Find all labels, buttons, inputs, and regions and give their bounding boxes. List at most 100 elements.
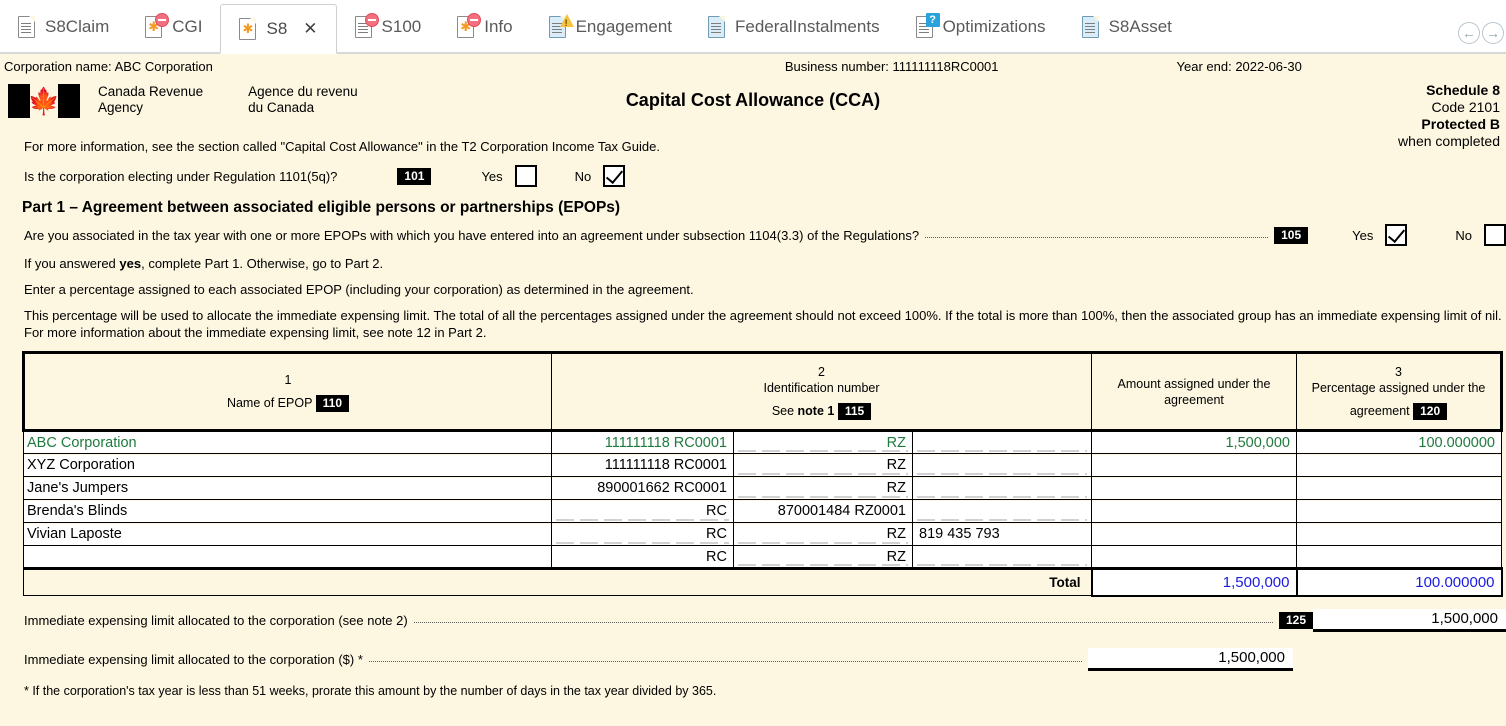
cell-extra[interactable] [912,453,1092,477]
total-percentage: 100.000000 [1295,567,1503,597]
protected-label: Protected B [1421,116,1500,132]
dot-leader [925,228,1269,238]
tab-label: CGI [172,17,203,36]
assoc-no-checkbox[interactable] [1484,224,1506,246]
note-suffix: , complete Part 1. Otherwise, go to Part… [141,256,384,271]
epop-table: 1 Name of EPOP 110 2 Identification numb… [22,351,1503,597]
page-title: Capital Cost Allowance (CCA) [625,90,881,110]
cell-rc[interactable]: 111111118 RC0001 [551,430,734,454]
cell-rc[interactable]: RC [551,499,734,523]
line-code-125: 125 [1278,611,1313,629]
part1-heading: Part 1 – Agreement between associated el… [22,199,621,216]
total-amount: 1,500,000 [1090,567,1298,597]
assoc-yes-checkbox[interactable] [1385,224,1408,246]
more-info-text: For more information, see the section ca… [24,139,660,154]
tab-label: Optimizations [942,17,1046,36]
cell-rz[interactable]: RZ [733,453,913,477]
reg-no-label: No [574,168,592,184]
cca-form: 🍁 Canada Revenue Agency Agence du revenu… [0,78,1506,698]
column-header-identification: 2 Identification number See note 1 115 [551,351,1092,432]
cell-name[interactable]: Brenda's Blinds [23,499,552,523]
assoc-no-label: No [1455,227,1472,243]
dot-leader [413,613,1273,623]
table-row: ABC Corporation 111111118 RC0001 RZ 1,50… [23,430,1502,454]
reg-yes-label: Yes [481,168,503,184]
document-lines-icon [354,13,379,39]
cell-amount[interactable]: 1,500,000 [1091,430,1297,454]
note-emphasis: yes [119,256,142,271]
line1-value[interactable]: 1,500,000 [1313,608,1506,632]
nav-prev-icon[interactable]: ← [1458,22,1480,44]
cell-rz[interactable]: RZ [733,476,913,500]
cell-percentage[interactable] [1296,522,1502,546]
close-icon[interactable]: ✕ [303,20,317,37]
cell-percentage[interactable]: 100.000000 [1296,430,1502,454]
line2-label: Immediate expensing limit allocated to t… [24,651,363,667]
cell-name[interactable]: XYZ Corporation [23,453,552,477]
cell-amount[interactable] [1091,545,1297,570]
immediate-expensing-line-2: Immediate expensing limit allocated to t… [0,647,1506,671]
error-badge-icon [364,13,379,27]
reg-yes-checkbox[interactable] [514,165,537,187]
cell-name[interactable]: ABC Corporation [23,430,552,454]
tab-s8[interactable]: ✱ S8 ✕ [220,4,337,54]
reg-no-checkbox[interactable] [603,165,626,187]
cell-amount[interactable] [1091,476,1297,500]
document-blue-icon [548,14,574,39]
percentage-long-note: This percentage will be used to allocate… [24,308,1502,340]
cell-rc[interactable]: 890001662 RC0001 [551,476,734,500]
error-badge-icon [467,13,482,27]
assoc-yes-label: Yes [1352,227,1374,243]
tab-optimizations[interactable]: ? Optimizations [898,2,1064,52]
line2-value[interactable]: 1,500,000 [1088,647,1293,671]
cell-extra[interactable] [912,545,1092,570]
tab-s100[interactable]: S100 [337,2,440,52]
cell-amount[interactable] [1091,453,1297,477]
cell-percentage[interactable] [1296,545,1502,570]
cell-name[interactable]: Vivian Laposte [23,522,552,546]
canada-flag-icon: 🍁 [8,84,80,118]
tab-engagement[interactable]: Engagement [531,2,690,52]
cell-extra[interactable]: 819 435 793 [912,522,1092,546]
table-body: ABC Corporation 111111118 RC0001 RZ 1,50… [23,430,1503,597]
cell-percentage[interactable] [1296,476,1502,500]
cell-percentage[interactable] [1296,499,1502,523]
cell-amount[interactable] [1091,499,1297,523]
cell-extra[interactable] [912,499,1092,523]
table-row: RC RZ [23,545,1502,570]
table-row: Jane's Jumpers 890001662 RC0001 RZ [23,476,1502,500]
cell-rz[interactable]: RZ [733,430,913,454]
total-label: Total [23,568,1092,596]
table-row: XYZ Corporation 111111118 RC0001 RZ [23,453,1502,477]
line-code-110: 110 [315,394,350,412]
tab-s8asset[interactable]: S8Asset [1064,2,1190,52]
line-code-105: 105 [1274,226,1309,244]
cell-extra[interactable] [912,476,1092,500]
cell-extra[interactable] [912,430,1092,454]
tab-info[interactable]: ✱ Info [439,2,530,52]
cell-rz[interactable]: 870001484 RZ0001 [733,499,913,523]
agency-name-en: Canada Revenue Agency [98,84,204,115]
cell-amount[interactable] [1091,522,1297,546]
protected-sublabel: when completed [1398,133,1500,149]
tab-label: FederalInstalments [735,17,880,36]
cell-rz[interactable]: RZ [733,545,913,570]
prorate-footnote: * If the corporation's tax year is less … [24,683,717,698]
cell-rc[interactable]: 111111118 RC0001 [551,453,734,477]
schedule-code: Code 2101 [1431,99,1500,115]
cell-rc[interactable]: RC [551,522,734,546]
cell-percentage[interactable] [1296,453,1502,477]
tab-cgi[interactable]: ✱ CGI [127,2,220,52]
cell-rz[interactable]: RZ [733,522,913,546]
cell-rc[interactable]: RC [551,545,734,570]
nav-next-icon[interactable]: → [1482,22,1504,44]
cell-name[interactable]: Jane's Jumpers [23,476,552,500]
table-header-row: 1 Name of EPOP 110 2 Identification numb… [22,351,1503,432]
immediate-expensing-line-1: Immediate expensing limit allocated to t… [0,608,1506,632]
tab-s8claim[interactable]: S8Claim [0,2,127,52]
schedule-number: Schedule 8 [1426,82,1500,98]
cell-name[interactable] [23,545,552,570]
tab-federalinstalments[interactable]: FederalInstalments [690,2,898,52]
corporation-name: Corporation name: ABC Corporation [4,58,213,74]
table-row: Vivian Laposte RC RZ 819 435 793 [23,522,1502,546]
